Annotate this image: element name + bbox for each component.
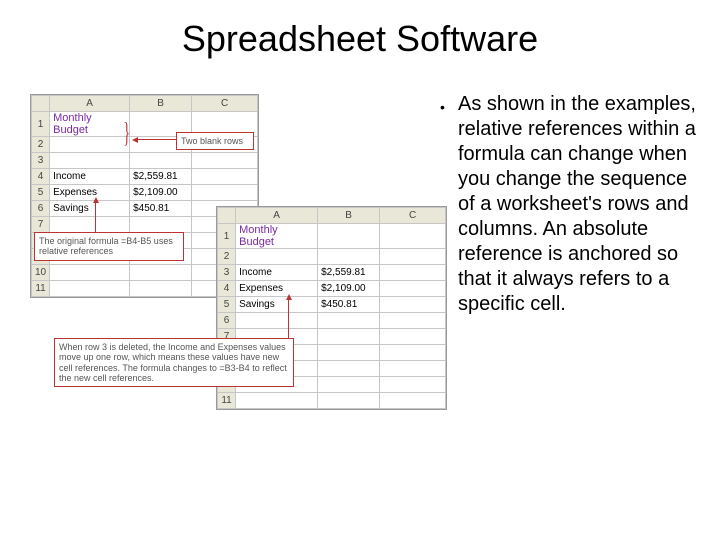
brace-icon: } [123,118,130,150]
cell-budget-title: Monthly Budget [50,112,130,137]
row-header: 6 [32,201,50,217]
row-header: 2 [32,137,50,153]
col-header-a: A [50,96,130,112]
row-header: 5 [218,297,236,313]
corner-cell [32,96,50,112]
row-header: 3 [218,265,236,281]
callout-deleted-row: When row 3 is deleted, the Income and Ex… [54,338,294,387]
cell-expenses-label: Expenses [236,281,318,297]
callout-blank-rows: Two blank rows [176,132,254,150]
cell-savings-label: Savings [50,201,130,217]
row-header: 2 [218,249,236,265]
row-header: 3 [32,153,50,169]
col-header-a: A [236,208,318,224]
row-header: 4 [32,169,50,185]
row-header: 1 [218,224,236,249]
bullet-glyph: • [440,99,445,115]
cell-income-label: Income [236,265,318,281]
cell-income-value: $2,559.81 [130,169,192,185]
cell-expenses-value: $2,109.00 [318,281,380,297]
callout-orig-formula: The original formula =B4-B5 uses relativ… [34,232,184,261]
row-header: 4 [218,281,236,297]
cell-savings-value: $450.81 [130,201,192,217]
cell-expenses-value: $2,109.00 [130,185,192,201]
row-header: 11 [218,393,236,409]
cell-savings-value: $450.81 [318,297,380,313]
arrow-to-savings [95,203,96,232]
cell-expenses-label: Expenses [50,185,130,201]
row-header: 5 [32,185,50,201]
slide-title: Spreadsheet Software [0,18,720,60]
corner-cell [218,208,236,224]
cell-income-value: $2,559.81 [318,265,380,281]
body-paragraph: As shown in the examples, relative refer… [458,92,696,317]
row-header: 11 [32,281,50,297]
arrow-to-blank-rows [138,139,176,140]
row-header: 7 [32,217,50,233]
col-header-c: C [192,96,258,112]
cell-budget-title: Monthly Budget [236,224,318,249]
col-header-b: B [318,208,380,224]
row-header: 6 [218,313,236,329]
cell-income-label: Income [50,169,130,185]
arrow-to-savings-2 [288,300,289,338]
row-header: 10 [32,265,50,281]
col-header-b: B [130,96,192,112]
col-header-c: C [380,208,446,224]
cell-savings-label: Savings [236,297,318,313]
row-header: 1 [32,112,50,137]
